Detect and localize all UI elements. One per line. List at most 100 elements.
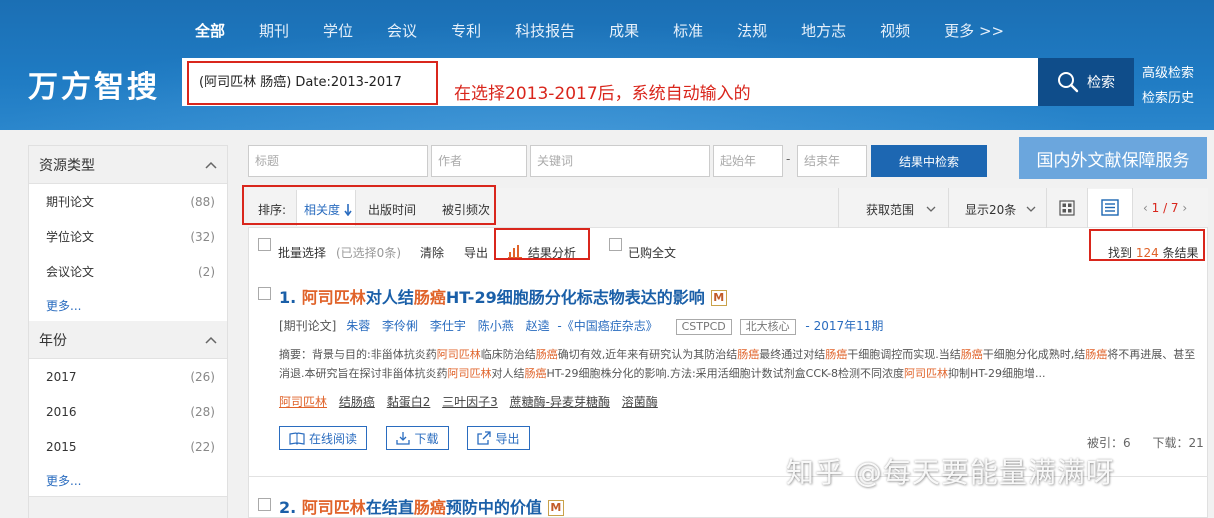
export-button[interactable]: 导出: [464, 244, 488, 261]
title-filter-input[interactable]: 标题: [248, 145, 428, 177]
keyword-link[interactable]: 黏蛋白2: [387, 395, 431, 409]
purchased-checkbox[interactable]: [609, 238, 622, 251]
keyword-link[interactable]: 阿司匹林: [279, 395, 327, 409]
abstract-text: 摘要：背景与目的:非甾体抗炎药: [279, 348, 437, 361]
sidebar-item-count: (88): [190, 194, 215, 209]
result-number: 2.: [279, 498, 297, 517]
chevron-right-icon[interactable]: ›: [1182, 201, 1187, 215]
literature-service-button[interactable]: 国内外文献保障服务: [1019, 137, 1207, 179]
advanced-search-link[interactable]: 高级检索: [1142, 62, 1194, 81]
read-online-button[interactable]: 在线阅读: [279, 426, 367, 450]
sidebar-item-count: (32): [190, 229, 215, 244]
nav-local-chronicle[interactable]: 地方志: [784, 18, 863, 43]
sidebar-item-year-2016[interactable]: 2016 (28): [29, 394, 227, 429]
search-in-results-button[interactable]: 结果中检索: [871, 145, 987, 177]
year-header[interactable]: 年份: [29, 321, 227, 359]
batch-select-checkbox[interactable]: [258, 238, 271, 251]
analysis-highlight-box: [494, 228, 590, 260]
abstract-keyword: 阿司匹林: [447, 367, 492, 380]
clear-button[interactable]: 清除: [420, 244, 444, 261]
sidebar-item-year-2015[interactable]: 2015 (22): [29, 429, 227, 464]
start-year-input[interactable]: 起始年: [713, 145, 783, 177]
result-number: 1.: [279, 288, 297, 307]
resource-type-more-link[interactable]: 更多...: [29, 289, 227, 321]
keyword-link[interactable]: 三叶因子3: [442, 395, 498, 409]
result-checkbox[interactable]: [258, 498, 271, 511]
nav-conference[interactable]: 会议: [370, 18, 434, 43]
abstract-keyword: 肠癌: [825, 348, 848, 361]
chevron-left-icon[interactable]: ‹: [1143, 201, 1152, 215]
export-label: 导出: [495, 431, 520, 446]
title-keyword: 阿司匹林: [301, 498, 366, 517]
keyword-link[interactable]: 结肠癌: [339, 395, 375, 409]
author-filter-input[interactable]: 作者: [431, 145, 527, 177]
abstract-keyword: 肠癌: [960, 348, 983, 361]
title-keyword: 阿司匹林: [301, 288, 366, 307]
nav-tech-report[interactable]: 科技报告: [498, 18, 592, 43]
nav-more[interactable]: 更多 >>: [927, 18, 1021, 43]
purchased-label[interactable]: 已购全文: [628, 244, 676, 261]
next-facet-header[interactable]: [29, 496, 227, 518]
nav-achievement[interactable]: 成果: [592, 18, 656, 43]
abstract-keyword: 阿司匹林: [904, 367, 949, 380]
author-link[interactable]: 朱蓉: [346, 319, 370, 333]
abstract-keyword: 肠癌: [737, 348, 760, 361]
annotation-note: 在选择2013-2017后，系统自动输入的: [454, 84, 751, 104]
title-keyword: 肠癌: [413, 288, 446, 307]
nav-video[interactable]: 视频: [863, 18, 927, 43]
title-text: 在结直: [365, 498, 414, 517]
abstract-keyword: 肠癌: [535, 348, 558, 361]
chevron-up-icon[interactable]: [205, 336, 217, 344]
divider: [948, 188, 949, 228]
logo[interactable]: 万方智搜: [28, 62, 160, 106]
author-link[interactable]: 李伶俐: [382, 319, 418, 333]
author-link[interactable]: 赵逵: [526, 319, 550, 333]
download-label: 下载: [414, 431, 439, 446]
issue-link[interactable]: - 2017年11期: [805, 319, 883, 333]
search-query-highlighted[interactable]: (阿司匹林 肠癌) Date:2013-2017: [187, 61, 438, 105]
keyword-link[interactable]: 蔗糖酶-异麦芽糖酶: [510, 395, 610, 409]
title-text: 对人结: [365, 288, 414, 307]
nav-patent[interactable]: 专利: [434, 18, 498, 43]
grid-view-icon[interactable]: [1059, 200, 1075, 216]
abstract-text: 临床防治结: [480, 348, 536, 361]
abstract-text: 抑制HT-29细胞增...: [948, 367, 1046, 380]
sidebar-item-label: 2017: [46, 369, 77, 384]
result-meta: [期刊论文] 朱蓉 李伶俐 李仕宇 陈小燕 赵逵 -《中国癌症杂志》 CSTPC…: [279, 317, 883, 335]
sidebar-item-degree[interactable]: 学位论文 (32): [29, 219, 227, 254]
sidebar-item-journal[interactable]: 期刊论文 (88): [29, 184, 227, 219]
sidebar-item-count: (28): [190, 404, 215, 419]
abstract-keyword: 肠癌: [524, 367, 547, 380]
author-link[interactable]: 陈小燕: [478, 319, 514, 333]
export-result-button[interactable]: 导出: [467, 426, 530, 450]
result-count-highlight-box: [1089, 229, 1205, 261]
range-dropdown[interactable]: 获取范围: [866, 201, 936, 218]
search-history-link[interactable]: 检索历史: [1142, 87, 1194, 106]
sidebar-item-label: 2015: [46, 439, 77, 454]
download-button[interactable]: 下载: [386, 426, 449, 450]
journal-link[interactable]: -《中国癌症杂志》: [557, 319, 657, 333]
search-button[interactable]: 检索: [1038, 58, 1134, 106]
nav-journal[interactable]: 期刊: [242, 18, 306, 43]
nav-degree[interactable]: 学位: [306, 18, 370, 43]
sidebar-item-label: 2016: [46, 404, 77, 419]
chevron-up-icon[interactable]: [205, 161, 217, 169]
search-button-label: 检索: [1087, 75, 1115, 91]
keyword-filter-input[interactable]: 关键词: [530, 145, 710, 177]
batch-select-label[interactable]: 批量选择: [278, 244, 326, 261]
list-view-icon[interactable]: [1101, 199, 1119, 216]
nav-law[interactable]: 法规: [720, 18, 784, 43]
nav-all[interactable]: 全部: [178, 18, 242, 43]
result-title[interactable]: 2. 阿司匹林在结直肠癌预防中的价值 M: [279, 494, 564, 518]
end-year-input[interactable]: 结束年: [797, 145, 867, 177]
year-more-link[interactable]: 更多...: [29, 464, 227, 496]
sidebar-item-year-2017[interactable]: 2017 (26): [29, 359, 227, 394]
keyword-link[interactable]: 溶菌酶: [622, 395, 658, 409]
author-link[interactable]: 李仕宇: [430, 319, 466, 333]
page-size-dropdown[interactable]: 显示20条: [965, 201, 1036, 218]
resource-type-header[interactable]: 资源类型: [29, 146, 227, 184]
sidebar-item-conference[interactable]: 会议论文 (2): [29, 254, 227, 289]
nav-standard[interactable]: 标准: [656, 18, 720, 43]
result-checkbox[interactable]: [258, 287, 271, 300]
result-title[interactable]: 1. 阿司匹林对人结肠癌HT-29细胞肠分化标志物表达的影响 M: [279, 284, 727, 308]
